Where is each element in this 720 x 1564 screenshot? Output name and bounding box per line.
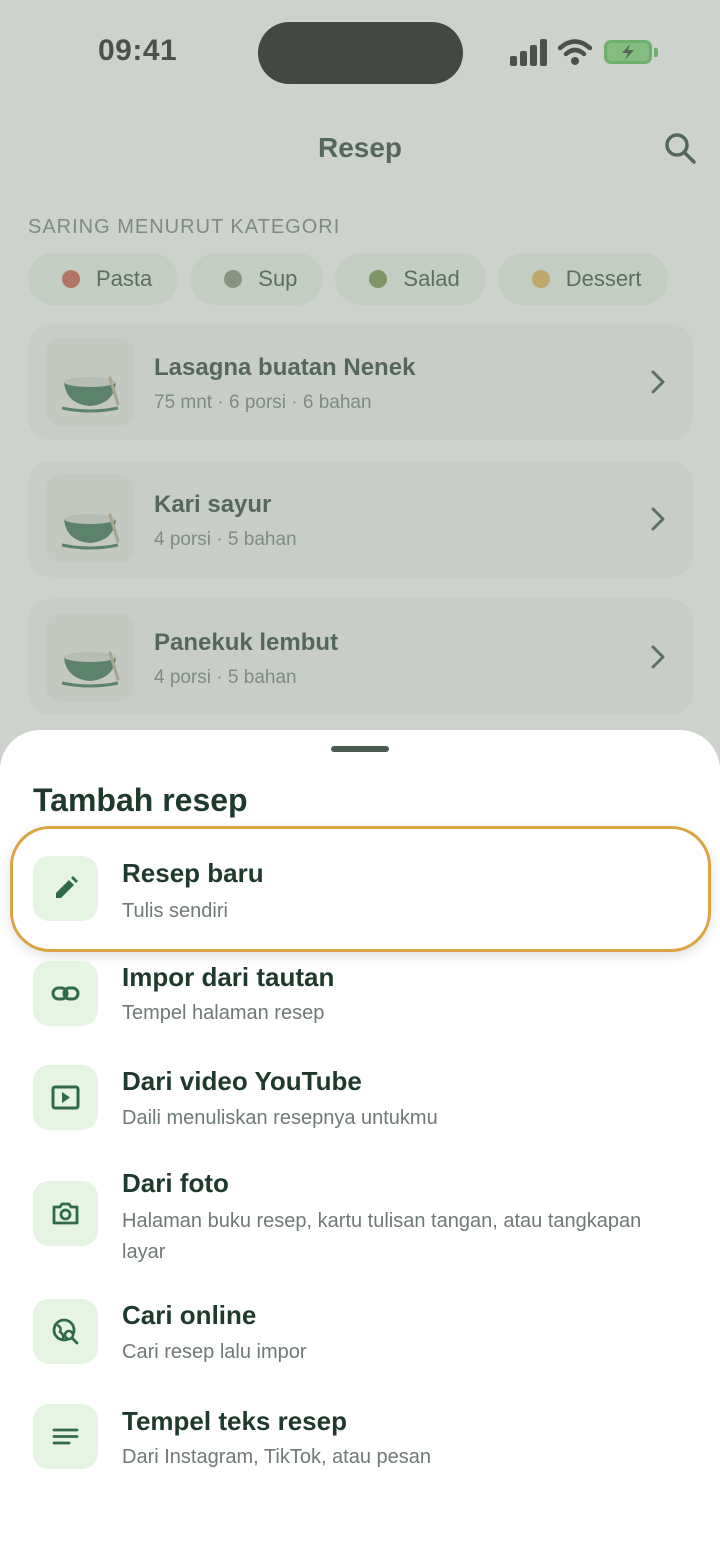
option-subtitle: Halaman buku resep, kartu tulisan tangan… [122, 1210, 642, 1263]
option-paste-text[interactable]: Tempel teks resep Dari Instagram, TikTok… [0, 1404, 720, 1484]
option-subtitle: Daili menuliskan resepnya untukmu [122, 1107, 438, 1129]
option-title: Dari video YouTube [122, 1066, 362, 1096]
sheet-grabber[interactable] [331, 746, 389, 752]
link-icon [33, 961, 98, 1026]
option-subtitle: Tulis sendiri [122, 900, 228, 922]
globe-search-icon [33, 1299, 98, 1364]
text-lines-icon [33, 1404, 98, 1469]
sheet-title: Tambah resep [33, 782, 248, 818]
add-recipe-sheet: Tambah resep Resep baru Tulis sendiri Im… [0, 730, 720, 1564]
option-subtitle: Dari Instagram, TikTok, atau pesan [122, 1446, 432, 1468]
option-title: Cari online [122, 1300, 257, 1330]
option-new-recipe[interactable]: Resep baru Tulis sendiri [0, 852, 720, 932]
option-title: Impor dari tautan [122, 962, 335, 992]
option-youtube-video[interactable]: Dari video YouTube Daili menuliskan rese… [0, 1064, 720, 1144]
option-title: Tempel teks resep [122, 1406, 347, 1436]
option-title: Resep baru [122, 858, 264, 888]
video-play-icon [33, 1065, 98, 1130]
option-import-link[interactable]: Impor dari tautan Tempel halaman resep [0, 958, 720, 1038]
pencil-icon [33, 856, 98, 921]
option-search-online[interactable]: Cari online Cari resep lalu impor [0, 1298, 720, 1378]
option-subtitle: Tempel halaman resep [122, 1002, 325, 1024]
option-from-photo[interactable]: Dari foto Halaman buku resep, kartu tuli… [0, 1166, 720, 1276]
option-subtitle: Cari resep lalu impor [122, 1341, 307, 1363]
camera-icon [33, 1181, 98, 1246]
option-title: Dari foto [122, 1168, 229, 1198]
